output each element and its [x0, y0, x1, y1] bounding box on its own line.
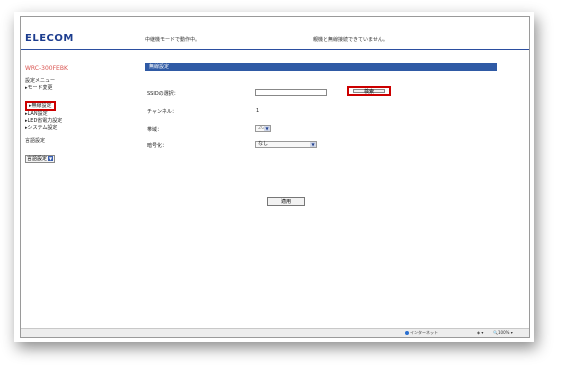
chevron-down-icon: ▼: [310, 142, 316, 147]
chevron-down-icon: ▼: [48, 156, 54, 161]
sidebar: WRC-300FEBK 設定メニュー ▸モード変更 ▸無線設定 ▸LAN設定 ▸…: [25, 65, 115, 164]
internet-zone: インターネット: [405, 330, 438, 336]
encryption-label: 暗号化：: [147, 143, 168, 149]
sidebar-item-lan-settings[interactable]: ▸LAN設定: [25, 111, 115, 118]
header-divider: [21, 49, 529, 50]
section-title-bar: 無線設定: [145, 63, 497, 71]
internet-zone-label: インターネット: [410, 330, 438, 335]
language-select[interactable]: 言語設定 ▼: [25, 155, 56, 163]
encryption-select-value: なし: [258, 141, 269, 147]
band-label: 帯域：: [147, 127, 163, 133]
chevron-down-icon: ▼: [264, 126, 270, 131]
channel-value: 1: [256, 108, 260, 114]
channel-label: チャンネル：: [147, 109, 177, 115]
elecom-logo: ELECOM: [25, 33, 74, 44]
band-select[interactable]: 2G ▼: [255, 125, 271, 132]
mode-status-text: 中継機モードで動作中。: [145, 37, 201, 43]
search-button-label: 検索: [353, 89, 385, 95]
search-button[interactable]: 検索: [347, 86, 391, 96]
apply-button[interactable]: 適用: [267, 197, 305, 206]
zoom-level[interactable]: 🔍100% ▾: [493, 330, 513, 335]
sidebar-item-led-power-saving[interactable]: ▸LED省電力設定: [25, 118, 115, 125]
browser-window: ELECOM 中継機モードで動作中。 親機と無線接続できていません。 WRC-3…: [20, 16, 530, 338]
protected-mode-icon[interactable]: ◈ ▾: [477, 330, 483, 335]
globe-icon: [405, 331, 409, 335]
connection-status-text: 親機と無線接続できていません。: [313, 37, 388, 43]
ssid-input[interactable]: [255, 89, 327, 96]
status-bar: インターネット ◈ ▾ 🔍100% ▾: [21, 328, 529, 337]
settings-menu-title: 設定メニュー: [25, 78, 56, 84]
language-settings-title: 言語設定: [25, 138, 46, 144]
device-name: WRC-300FEBK: [25, 65, 68, 72]
sidebar-item-system-settings[interactable]: ▸システム設定: [25, 125, 115, 132]
zoom-level-value: 100%: [497, 330, 510, 335]
encryption-select[interactable]: なし ▼: [255, 141, 317, 148]
ssid-label: SSIDの選択：: [147, 91, 179, 97]
sidebar-item-wireless-settings[interactable]: ▸無線設定: [25, 101, 56, 111]
sidebar-item-mode-change[interactable]: ▸モード変更: [25, 85, 115, 92]
language-select-value: 言語設定: [27, 156, 48, 162]
